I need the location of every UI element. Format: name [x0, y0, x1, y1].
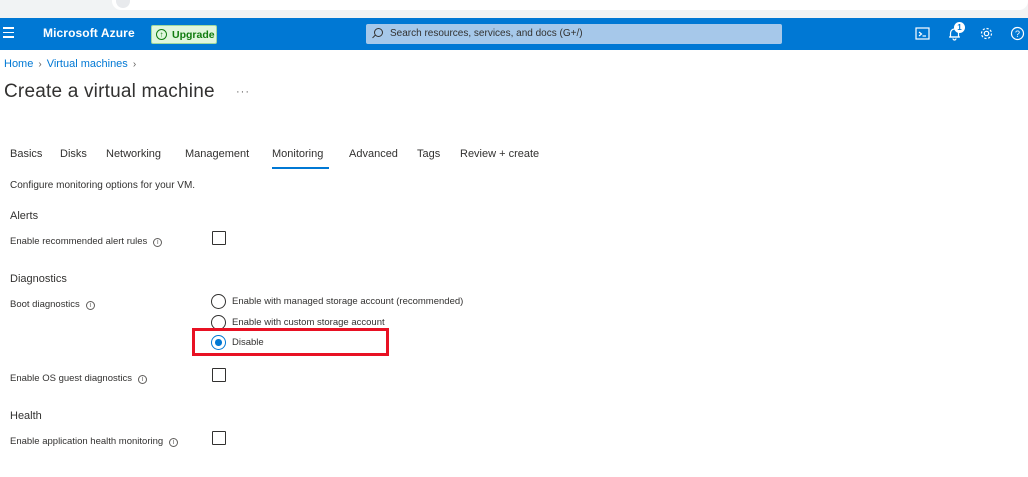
- app-health-monitoring-text: Enable application health monitoring: [10, 436, 164, 447]
- tab-disks[interactable]: Disks: [60, 148, 87, 160]
- info-icon[interactable]: i: [138, 375, 147, 384]
- settings-gear-icon[interactable]: [979, 26, 995, 42]
- boot-diagnostics-label: Boot diagnostics i: [10, 299, 95, 310]
- recommended-alert-rules-label: Enable recommended alert rules i: [10, 236, 163, 247]
- boot-diagnostics-managed-radio[interactable]: [211, 294, 226, 309]
- breadcrumb: Home › Virtual machines ›: [4, 58, 141, 70]
- health-heading: Health: [10, 410, 42, 422]
- hamburger-menu-icon[interactable]: [3, 27, 14, 41]
- boot-diagnostics-managed-label[interactable]: Enable with managed storage account (rec…: [232, 296, 463, 307]
- recommended-alert-rules-text: Enable recommended alert rules: [10, 236, 148, 247]
- tab-basics[interactable]: Basics: [10, 148, 42, 160]
- recommended-alert-rules-checkbox[interactable]: [212, 231, 226, 245]
- upgrade-button[interactable]: ↑ Upgrade: [151, 25, 217, 44]
- info-icon[interactable]: i: [153, 238, 163, 247]
- diagnostics-heading: Diagnostics: [10, 273, 67, 285]
- upgrade-arrow-icon: ↑: [156, 29, 167, 40]
- tab-tags[interactable]: Tags: [417, 148, 440, 160]
- chevron-right-icon: ›: [132, 59, 137, 70]
- address-bar[interactable]: [112, 0, 1028, 10]
- alerts-heading: Alerts: [10, 210, 39, 222]
- browser-address-strip: [0, 0, 1028, 18]
- portal-brand[interactable]: Microsoft Azure: [43, 26, 135, 40]
- portal-top-bar: Microsoft Azure ↑ Upgrade Search resourc…: [0, 18, 1028, 50]
- app-health-monitoring-label: Enable application health monitoring i: [10, 436, 179, 447]
- breadcrumb-virtual-machines-link[interactable]: Virtual machines: [47, 58, 128, 70]
- info-icon[interactable]: i: [85, 301, 95, 310]
- highlight-box: [192, 328, 389, 356]
- cloud-shell-icon[interactable]: [915, 26, 931, 42]
- svg-text:?: ?: [1015, 29, 1020, 39]
- boot-diagnostics-custom-label[interactable]: Enable with custom storage account: [232, 317, 385, 328]
- os-guest-diagnostics-text: Enable OS guest diagnostics: [10, 373, 132, 384]
- tab-networking[interactable]: Networking: [106, 148, 161, 160]
- search-icon: [374, 28, 383, 37]
- os-guest-diagnostics-label: Enable OS guest diagnostics i: [10, 373, 147, 384]
- monitoring-description: Configure monitoring options for your VM…: [10, 180, 196, 191]
- breadcrumb-home-link[interactable]: Home: [4, 58, 33, 70]
- more-options-ellipsis-icon[interactable]: ···: [236, 86, 250, 98]
- upgrade-label: Upgrade: [172, 29, 215, 41]
- page-title: Create a virtual machine: [4, 81, 215, 102]
- boot-diagnostics-text: Boot diagnostics: [10, 299, 80, 310]
- tab-advanced[interactable]: Advanced: [349, 148, 398, 160]
- help-question-icon[interactable]: ?: [1010, 26, 1026, 42]
- tab-monitoring[interactable]: Monitoring: [272, 148, 323, 160]
- app-health-monitoring-checkbox[interactable]: [212, 431, 226, 445]
- active-tab-indicator: [272, 167, 329, 169]
- global-search-input[interactable]: Search resources, services, and docs (G+…: [366, 24, 782, 44]
- search-placeholder: Search resources, services, and docs (G+…: [390, 28, 583, 39]
- chevron-right-icon: ›: [38, 59, 42, 70]
- os-guest-diagnostics-checkbox[interactable]: [212, 368, 226, 382]
- notification-count-badge: 1: [954, 22, 965, 33]
- tab-management[interactable]: Management: [185, 148, 249, 160]
- tab-review-create[interactable]: Review + create: [460, 148, 539, 160]
- info-icon[interactable]: i: [169, 438, 179, 447]
